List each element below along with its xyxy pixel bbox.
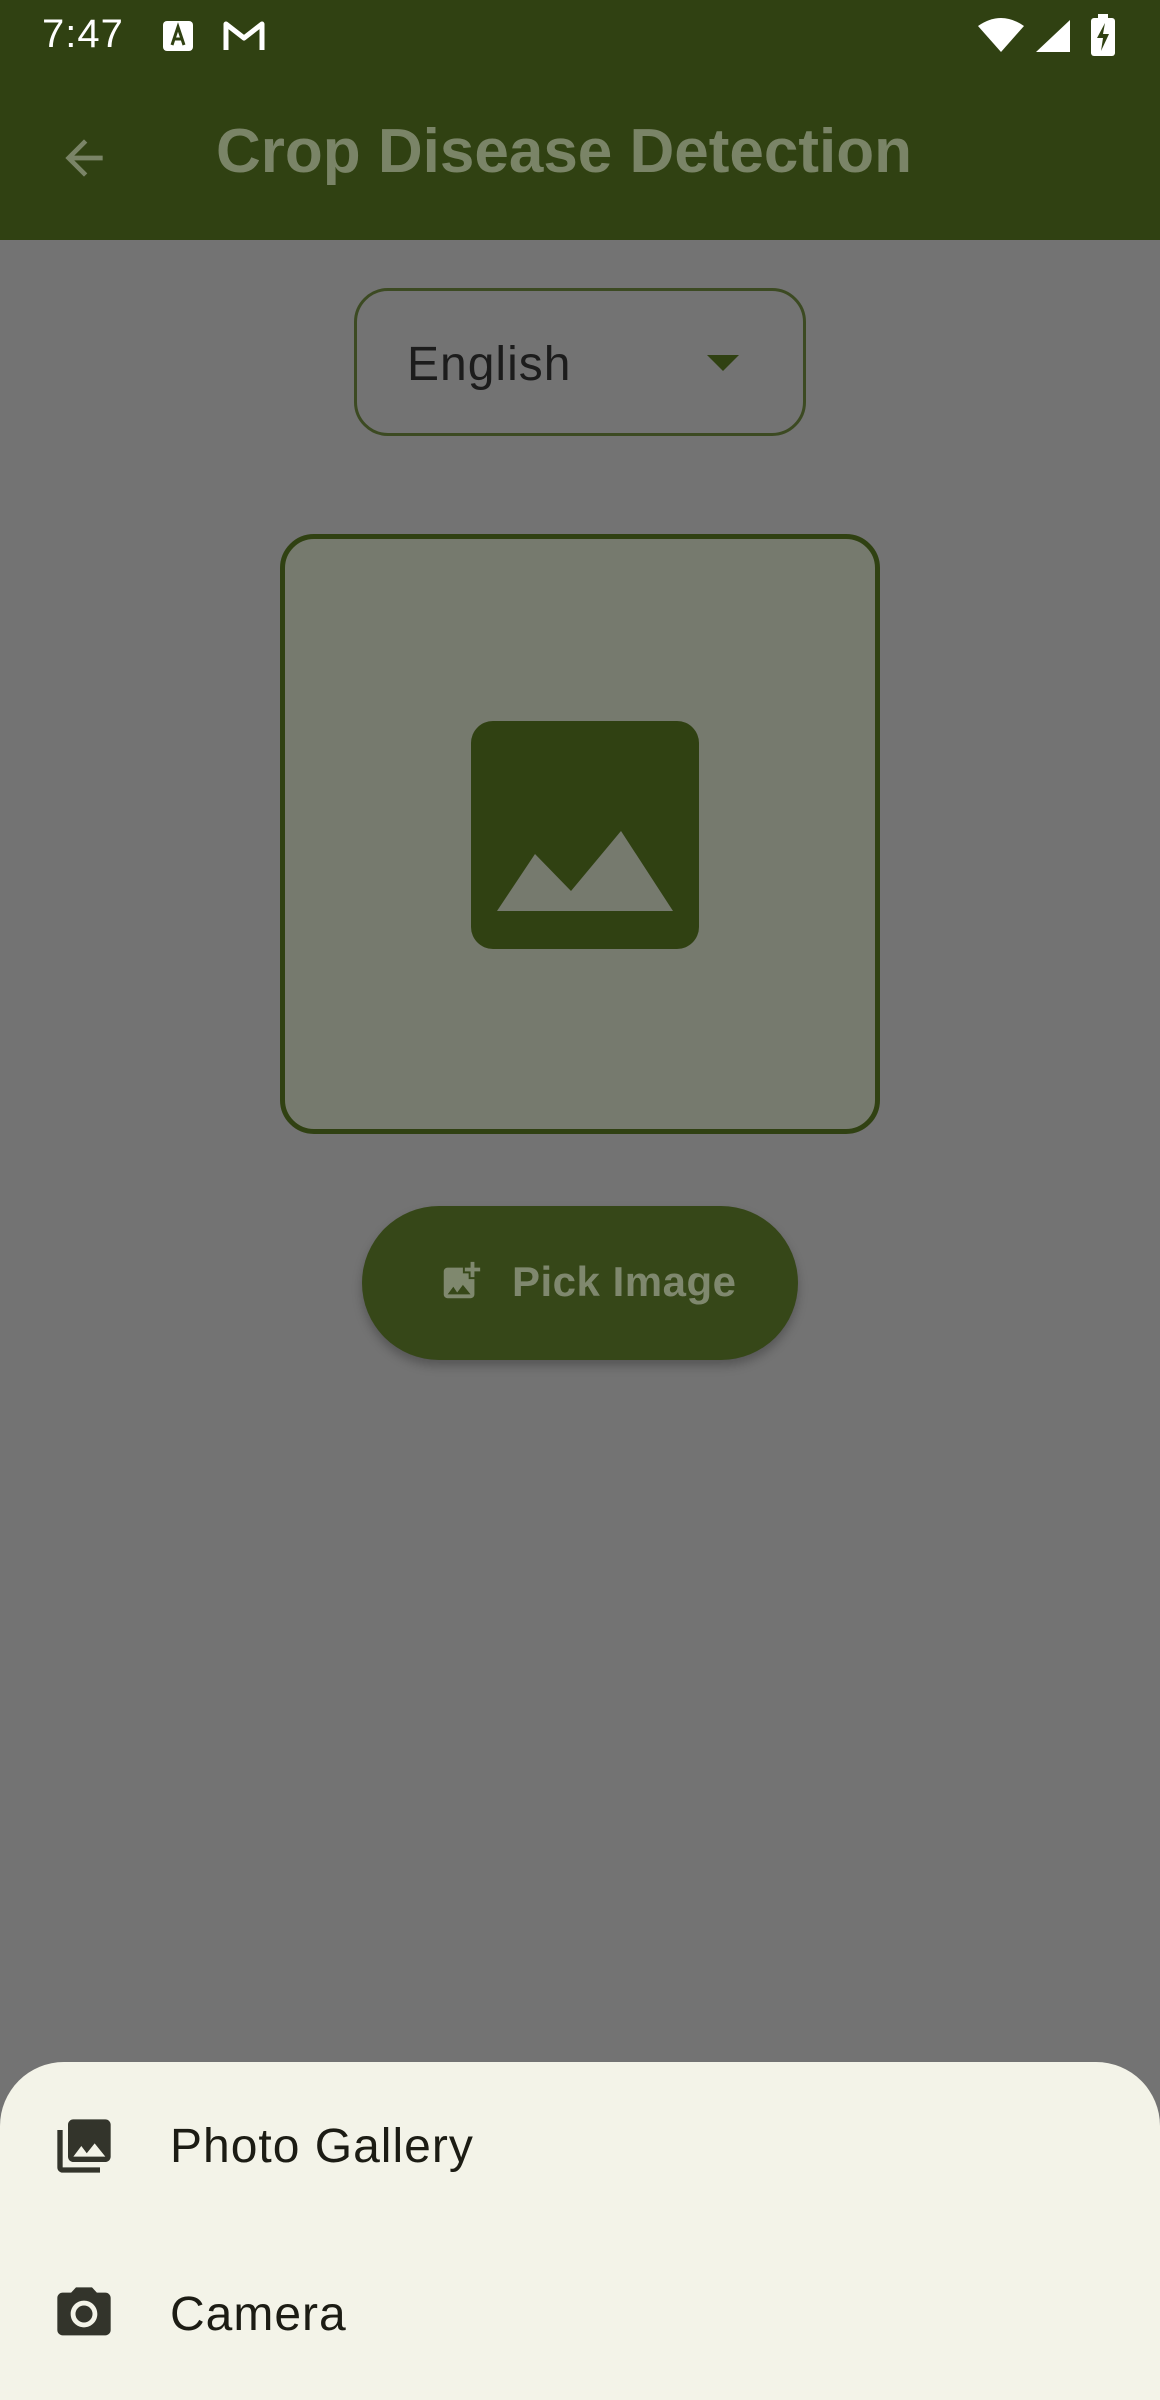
- option-photo-gallery[interactable]: Photo Gallery: [0, 2062, 1160, 2230]
- language-dropdown[interactable]: English: [354, 288, 806, 436]
- option-photo-gallery-label: Photo Gallery: [170, 2119, 474, 2173]
- app-bar: Crop Disease Detection: [0, 72, 1160, 240]
- pick-image-label: Pick Image: [512, 1258, 737, 1305]
- screen: 7:47 Crop Disease Detection English Pick…: [0, 0, 1160, 2400]
- battery-charging-icon: [1091, 14, 1115, 56]
- accessibility-a-icon: [163, 21, 193, 51]
- cellular-signal-icon: [1036, 20, 1070, 52]
- pick-image-button[interactable]: Pick Image: [362, 1206, 798, 1360]
- page-title: Crop Disease Detection: [216, 117, 912, 186]
- option-camera-label: Camera: [170, 2287, 347, 2341]
- add-photo-icon: [443, 1261, 481, 1299]
- photo-library-icon: [57, 2119, 111, 2173]
- image-placeholder-icon: [471, 721, 699, 949]
- language-selected-value: English: [407, 338, 572, 391]
- arrow-back-icon: [65, 139, 103, 177]
- back-button[interactable]: [40, 114, 128, 202]
- status-bar: 7:47: [0, 0, 1160, 72]
- status-time: 7:47: [42, 12, 124, 56]
- dropdown-arrow-icon: [707, 355, 739, 371]
- image-preview-frame: [280, 534, 880, 1134]
- option-camera[interactable]: Camera: [0, 2230, 1160, 2398]
- camera-icon: [57, 2287, 111, 2336]
- wifi-icon: [978, 18, 1024, 52]
- gmail-icon: [223, 21, 265, 50]
- image-source-bottom-sheet: Photo Gallery Camera: [0, 2062, 1160, 2400]
